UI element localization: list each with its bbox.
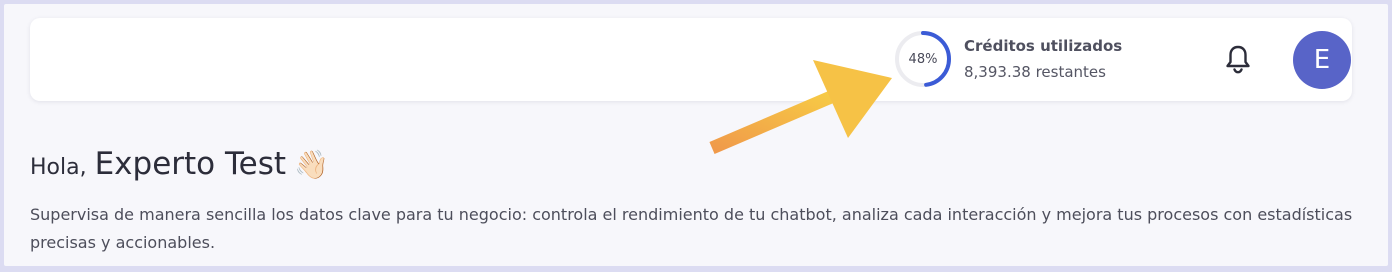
user-avatar[interactable]: E [1293, 31, 1351, 89]
wave-emoji-icon: 👋🏻 [294, 148, 329, 181]
arrow-icon [709, 60, 892, 154]
bell-icon [1226, 45, 1250, 74]
top-bar: 48% Créditos utilizados 8,393.38 restant… [30, 18, 1352, 101]
user-name: Experto Test [94, 146, 287, 182]
credits-remaining: 8,393.38 restantes [964, 63, 1106, 81]
notifications-button[interactable] [1221, 42, 1255, 76]
page-description: Supervisa de manera sencilla los datos c… [30, 205, 1353, 252]
credits-title: Créditos utilizados [964, 37, 1123, 55]
greeting: Hola, Experto Test 👋🏻 [30, 146, 329, 182]
greeting-prefix: Hola, [30, 155, 87, 180]
credits-widget[interactable]: 48% Créditos utilizados 8,393.38 restant… [892, 28, 1122, 90]
